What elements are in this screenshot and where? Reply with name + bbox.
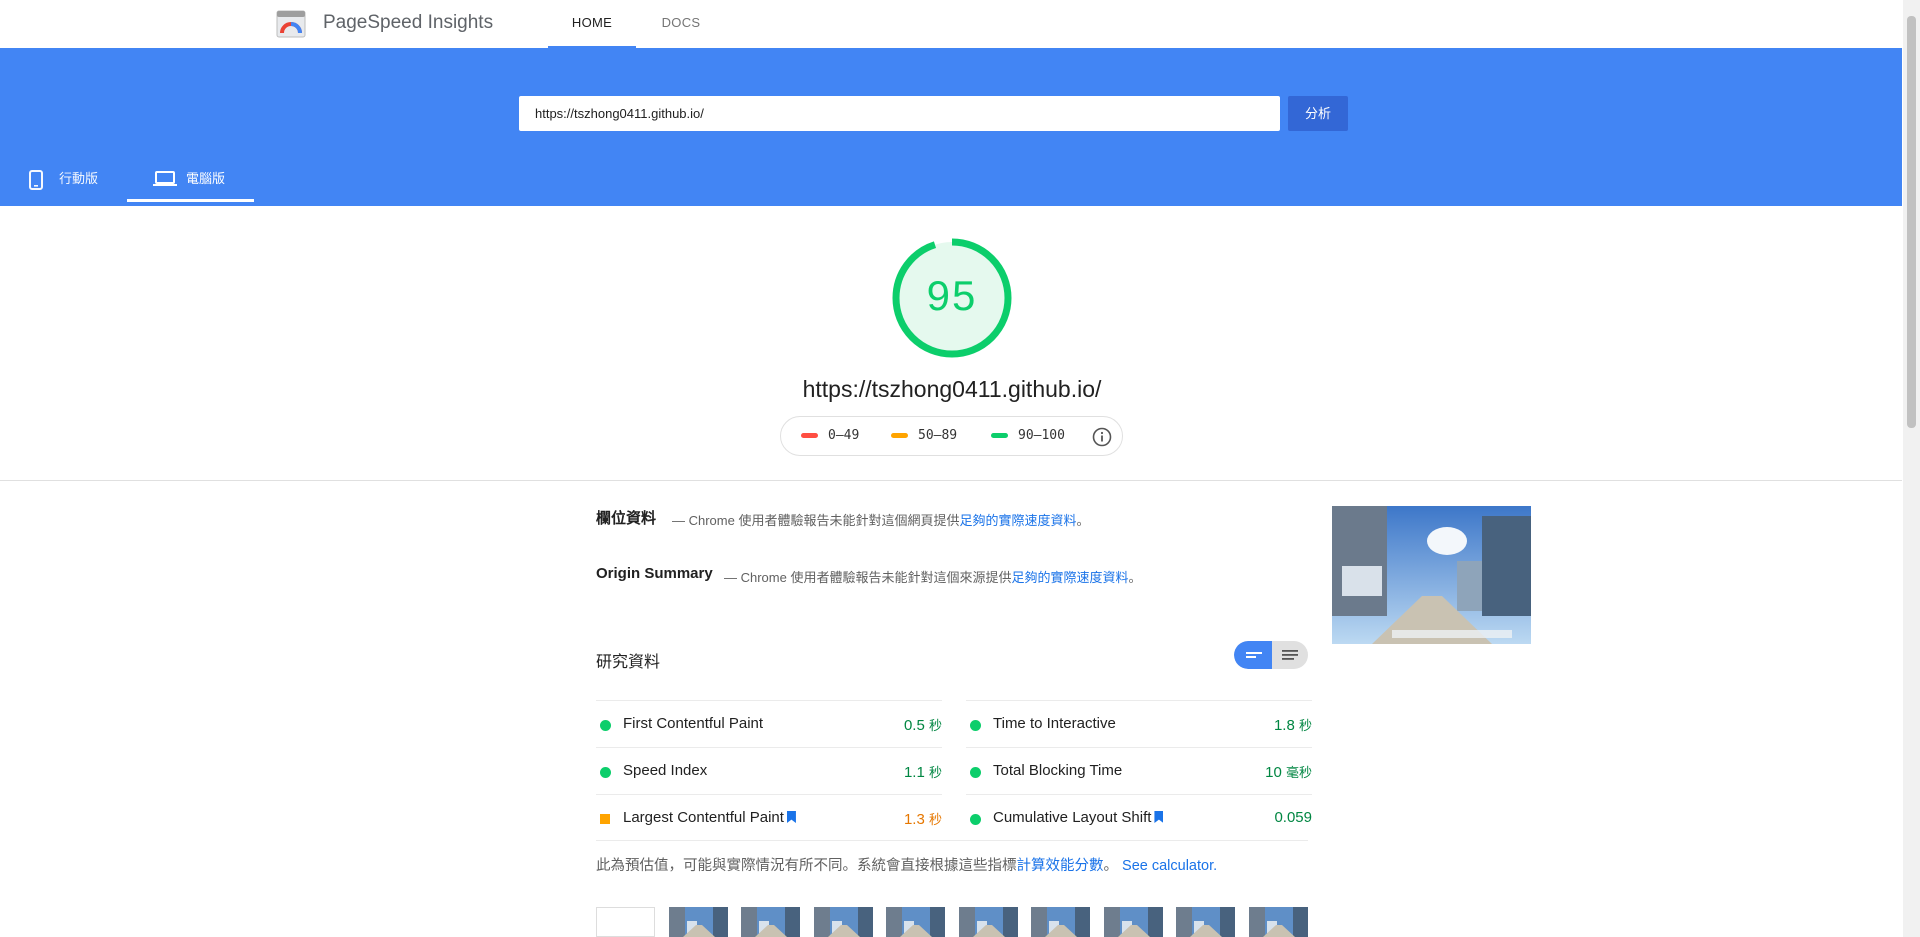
lab-footnote: 此為預估值，可能與實際情況有所不同。系統會直接根據這些指標計算效能分數。 See…: [596, 854, 1217, 875]
pass-indicator-icon: [970, 767, 981, 778]
performance-score: 95: [926, 272, 978, 319]
metric-name: Cumulative Layout Shift: [993, 809, 1164, 826]
metric-unit: 毫秒: [1285, 765, 1312, 780]
bookmark-icon: [1154, 811, 1164, 823]
metric-name: Speed Index: [623, 762, 708, 779]
metric-number: 1.1: [903, 764, 925, 781]
top-nav: PageSpeed Insights HOME DOCS: [0, 0, 1902, 48]
metric-number: 0.059: [1274, 809, 1312, 826]
filmstrip-frame: [596, 907, 655, 937]
metric-cls: Cumulative Layout Shift 0.059: [966, 794, 1312, 841]
filmstrip: [596, 907, 1308, 937]
legend-average-label: 50–89: [918, 428, 958, 443]
analyze-button[interactable]: 分析: [1288, 96, 1348, 131]
origin-data-link[interactable]: 足夠的實際速度資料: [1011, 570, 1128, 585]
metric-value: 1.1 秒: [904, 762, 942, 781]
filmstrip-frame: [1176, 907, 1235, 937]
metric-number: 0.5: [903, 717, 925, 734]
metric-unit: 秒: [928, 765, 942, 780]
page-scrollbar[interactable]: [1903, 0, 1920, 937]
tab-mobile[interactable]: 行動版: [24, 162, 104, 202]
metric-tbt: Total Blocking Time 10 毫秒: [966, 747, 1312, 794]
footnote-text: 此為預估值，可能與實際情況有所不同。系統會直接根據這些指標: [596, 858, 1017, 874]
tab-mobile-label: 行動版: [59, 171, 99, 186]
filmstrip-frame: [1031, 907, 1090, 937]
nav-tab-docs[interactable]: DOCS: [640, 0, 722, 48]
metric-name: Time to Interactive: [993, 715, 1116, 732]
laptop-icon: [153, 171, 177, 186]
metric-number: 1.8: [1273, 717, 1295, 734]
nav-tab-home[interactable]: HOME: [548, 0, 636, 48]
filmstrip-frame: [1103, 907, 1163, 937]
final-screenshot: [1332, 506, 1531, 644]
metrics-view-toggle[interactable]: [1234, 641, 1308, 669]
filmstrip-frame: [741, 907, 800, 937]
metric-fcp: First Contentful Paint 0.5 秒: [596, 700, 942, 747]
section-divider: [0, 480, 1902, 481]
metric-tti: Time to Interactive 1.8 秒: [966, 700, 1312, 747]
tab-desktop-label: 電腦版: [186, 171, 226, 186]
field-data-link[interactable]: 足夠的實際速度資料: [959, 513, 1076, 528]
search-header: 分析 行動版 電腦版: [0, 48, 1902, 206]
field-data-title: 欄位資料: [596, 510, 657, 527]
average-indicator-icon: [600, 814, 610, 824]
legend-fail: 0–49: [801, 428, 859, 443]
see-calculator-link[interactable]: See calculator.: [1122, 858, 1217, 874]
metric-number: 1.3: [903, 811, 925, 828]
origin-summary-note: — Chrome 使用者體驗報告未能針對這個來源提供足夠的實際速度資料。: [724, 567, 1142, 586]
bookmark-icon: [786, 811, 796, 823]
info-icon[interactable]: [1092, 427, 1112, 447]
filmstrip-frame: [1248, 907, 1308, 937]
metric-unit: 秒: [1298, 718, 1312, 733]
filmstrip-frame: [958, 907, 1018, 937]
compact-list-icon: [1246, 652, 1262, 658]
metrics-bottom-rule: [596, 840, 1308, 841]
pagespeed-logo-icon[interactable]: [276, 10, 306, 38]
metric-name: Total Blocking Time: [993, 762, 1123, 779]
score-legend: 0–49 50–89 90–100: [780, 416, 1123, 456]
expanded-list-icon[interactable]: [1272, 641, 1308, 669]
calculate-score-link[interactable]: 計算效能分數: [1017, 858, 1104, 874]
brand-title[interactable]: PageSpeed Insights: [323, 12, 493, 34]
origin-note-text: — Chrome 使用者體驗報告未能針對這個來源提供: [724, 570, 1012, 585]
metric-unit: 秒: [928, 718, 942, 733]
metric-number: 10: [1265, 764, 1282, 781]
filmstrip-frame: [886, 907, 945, 937]
origin-note-suffix: 。: [1128, 570, 1142, 585]
tab-desktop[interactable]: 電腦版: [127, 162, 254, 202]
metric-speed-index: Speed Index 1.1 秒: [596, 747, 942, 794]
filmstrip-frame: [668, 907, 728, 937]
url-input[interactable]: [519, 96, 1280, 131]
toggle-compact-view[interactable]: [1234, 641, 1272, 669]
metric-name-text: Largest Contentful Paint: [623, 809, 784, 826]
pass-indicator-icon: [970, 720, 981, 731]
metric-value: 1.3 秒: [904, 809, 942, 828]
analyzed-url: https://tszhong0411.github.io/: [802, 376, 1102, 402]
lab-data-title: 研究資料: [596, 654, 661, 671]
legend-pass: 90–100: [991, 428, 1065, 443]
metric-value: 0.059: [1274, 809, 1312, 826]
metric-name: First Contentful Paint: [623, 715, 764, 732]
phone-icon: [29, 170, 43, 190]
scrollbar-thumb[interactable]: [1907, 16, 1916, 428]
metric-name: Largest Contentful Paint: [623, 809, 796, 826]
legend-average: 50–89: [891, 428, 957, 443]
metric-name-text: Cumulative Layout Shift: [993, 809, 1152, 826]
pass-indicator-icon: [970, 814, 981, 825]
metric-value: 1.8 秒: [1274, 715, 1312, 734]
metric-value: 10 毫秒: [1265, 762, 1312, 781]
metric-unit: 秒: [928, 812, 942, 827]
metric-lcp: Largest Contentful Paint 1.3 秒: [596, 794, 942, 841]
pass-indicator-icon: [600, 720, 611, 731]
field-data-note: — Chrome 使用者體驗報告未能針對這個網頁提供足夠的實際速度資料。: [672, 510, 1090, 529]
field-note-suffix: 。: [1076, 513, 1090, 528]
filmstrip-frame: [813, 907, 873, 937]
field-note-text: — Chrome 使用者體驗報告未能針對這個網頁提供: [672, 513, 960, 528]
legend-fail-label: 0–49: [828, 428, 860, 443]
origin-summary-title: Origin Summary: [596, 565, 713, 582]
pass-indicator-icon: [600, 767, 611, 778]
footnote-mid: 。: [1103, 858, 1119, 874]
metric-value: 0.5 秒: [904, 715, 942, 734]
legend-pass-label: 90–100: [1018, 428, 1065, 443]
